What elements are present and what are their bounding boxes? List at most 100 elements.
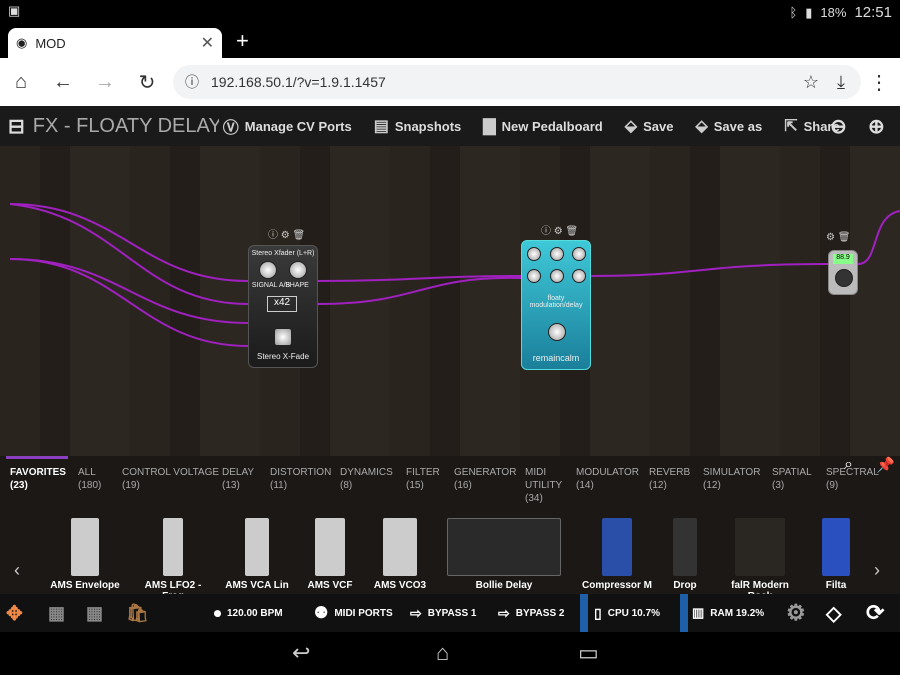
ram-icon: ▥ [692, 605, 705, 620]
pedal-brand: remaincalm [532, 353, 580, 363]
plugin-thumbnail [602, 518, 632, 576]
new-tab-button[interactable]: + [236, 28, 249, 54]
bottom-bar: ✥ ▦ ▦ 🛍 ⏺ 120.00 BPM ⚉ MIDI PORTS ⇨ BYPASS … [0, 594, 900, 632]
footswitch[interactable] [274, 328, 292, 346]
midi-ports-button[interactable]: ⚉ MIDI PORTS [314, 594, 393, 632]
knob[interactable] [550, 247, 564, 261]
category-control-voltage[interactable]: CONTROL VOLTAGE (19) [122, 466, 219, 492]
zoom-in-icon[interactable]: ⊕ [868, 114, 885, 139]
plugins-puzzle-icon[interactable]: ✥ [6, 594, 23, 632]
plugin-name: AMS Envelope [50, 580, 120, 591]
category-dynamics[interactable]: DYNAMICS (8) [340, 466, 393, 492]
scroll-right-icon[interactable]: › [874, 560, 880, 581]
knob-signal-ab[interactable] [259, 261, 277, 279]
label: FILTER [406, 467, 440, 478]
new-pedalboard-button[interactable]: ▇ New Pedalboard [483, 116, 602, 136]
pedalboards-icon[interactable]: ▦ [48, 594, 65, 632]
bypass-icon: ⇨ [498, 604, 510, 621]
url-bar[interactable]: ⓘ 192.168.50.1/?v=1.9.1.1457 ☆ ⤓ [173, 65, 861, 99]
manage-cv-ports-button[interactable]: Ⓥ Manage CV Ports [223, 114, 352, 138]
url-text[interactable]: 192.168.50.1/?v=1.9.1.1457 [211, 74, 386, 90]
cable [9, 258, 249, 324]
plugin-bollie-delay[interactable]: Bollie Delay [446, 518, 562, 591]
plugin-ams-envelope[interactable]: AMS Envelope [50, 518, 120, 591]
category-all[interactable]: ALL (180) [78, 466, 101, 492]
plugin-name: AMS VCO3 [373, 580, 427, 591]
save-as-button[interactable]: ⬙ Save as [695, 116, 762, 136]
plugin-filta[interactable]: Filta [818, 518, 854, 591]
knob-shape[interactable] [289, 261, 307, 279]
category-filter[interactable]: FILTER (15) [406, 466, 440, 492]
store-icon[interactable]: 🛍 [126, 594, 149, 632]
category-simulator[interactable]: SIMULATOR (12) [703, 466, 760, 492]
knob[interactable] [572, 247, 586, 261]
category-modulator[interactable]: MODULATOR (14) [576, 466, 639, 492]
cloud-icon[interactable]: ◇ [826, 594, 841, 632]
category-favorites[interactable]: FAVORITES (23) [6, 456, 68, 492]
pedal-display: 88.9 [833, 254, 853, 264]
save-as-icon: ⬙ [695, 118, 708, 135]
sync-icon[interactable]: ⟳ [866, 594, 884, 632]
footswitch[interactable] [548, 323, 566, 341]
snapshots-button[interactable]: ▤ Snapshots [374, 116, 462, 136]
plugin-thumbnail [71, 518, 99, 576]
bpm-button[interactable]: ⏺ 120.00 BPM [214, 594, 283, 632]
pedal-controls[interactable]: ⓘ ⚙ 🗑 [268, 226, 305, 241]
home-nav-icon[interactable]: ⌂ [436, 640, 449, 666]
category-reverb[interactable]: REVERB (12) [649, 466, 690, 492]
category-delay[interactable]: DELAY (13) [222, 466, 254, 492]
banks-icon[interactable]: ▦ [86, 594, 103, 632]
knob[interactable] [835, 269, 853, 287]
forward-icon[interactable]: → [84, 71, 126, 94]
knob[interactable] [527, 269, 541, 283]
browser-tab[interactable]: ◉ MOD ✕ [8, 28, 222, 58]
plugin-compressor-m[interactable]: Compressor M [582, 518, 652, 591]
bypass-2-button[interactable]: ⇨ BYPASS 2 [498, 594, 564, 632]
pedal-name: Stereo X-Fade [256, 352, 310, 361]
count: (180) [78, 480, 102, 491]
download-icon[interactable]: ⤓ [837, 72, 845, 93]
search-icon[interactable]: ⌕ [844, 456, 853, 474]
category-spatial[interactable]: SPATIAL (3) [772, 466, 812, 492]
plugin-name: Compressor M [582, 580, 653, 591]
menu-icon[interactable]: ⋮ [858, 70, 900, 95]
zoom-out-icon[interactable]: ⊖ [830, 114, 847, 139]
settings-icon[interactable]: ⚙ [786, 594, 806, 632]
reload-icon[interactable]: ↻ [126, 70, 168, 95]
browser-toolbar: ⌂ ← → ↻ ⓘ 192.168.50.1/?v=1.9.1.1457 ☆ ⤓ ⋮ [0, 58, 900, 106]
knob[interactable] [572, 269, 586, 283]
plugin-falr-modern-rock[interactable]: falR Modern Rock [718, 518, 802, 602]
home-icon[interactable]: ⌂ [0, 71, 42, 94]
bluetooth-icon: ᛒ [789, 5, 798, 20]
knob[interactable] [527, 247, 541, 261]
save-button[interactable]: ⬙ Save [625, 116, 674, 136]
back-nav-icon[interactable]: ↩ [292, 640, 310, 666]
pedal-floaty[interactable]: floaty modulation/delay remaincalm [521, 240, 591, 370]
category-midi-utility[interactable]: MIDI UTILITY (34) [525, 466, 565, 505]
close-tab-icon[interactable]: ✕ [201, 33, 214, 53]
label: FAVORITES [10, 467, 66, 478]
cable [317, 276, 522, 305]
mod-logo-icon[interactable]: ⊟ [8, 114, 25, 139]
pedal-controls[interactable]: ⓘ ⚙ 🗑 [541, 222, 578, 237]
bypass-1-button[interactable]: ⇨ BYPASS 1 [410, 594, 476, 632]
star-icon[interactable]: ☆ [803, 72, 819, 93]
category-distortion[interactable]: DISTORTION (11) [270, 466, 331, 492]
pedal-stereo-xfade[interactable]: Stereo Xfader (L+R) SIGNAL A/B SHAPE x42… [248, 245, 318, 368]
knob[interactable] [550, 269, 564, 283]
pedal-controls[interactable]: ⚙ 🗑 [826, 232, 850, 243]
category-generator[interactable]: GENERATOR (16) [454, 466, 516, 492]
recents-nav-icon[interactable]: ▭ [578, 640, 599, 666]
plugin-ams-vca-lin[interactable]: AMS VCA Lin [225, 518, 289, 591]
plugin-ams-vco3[interactable]: AMS VCO3 [370, 518, 430, 591]
pedal-small[interactable]: 88.9 [828, 250, 858, 295]
pin-icon[interactable]: 📌 [876, 456, 895, 474]
plugin-ams-lfo2[interactable]: AMS LFO2 - Freq [133, 518, 213, 602]
plugin-ams-vcf[interactable]: AMS VCF [302, 518, 358, 591]
pedal-header: Stereo Xfader (L+R) [251, 250, 315, 257]
count: (11) [270, 480, 288, 491]
scroll-left-icon[interactable]: ‹ [14, 560, 20, 581]
back-icon[interactable]: ← [42, 71, 84, 94]
pedalboard-canvas[interactable]: ⓘ ⚙ 🗑 Stereo Xfader (L+R) SIGNAL A/B SHA… [0, 146, 900, 456]
plugin-drop[interactable]: Drop [668, 518, 702, 591]
